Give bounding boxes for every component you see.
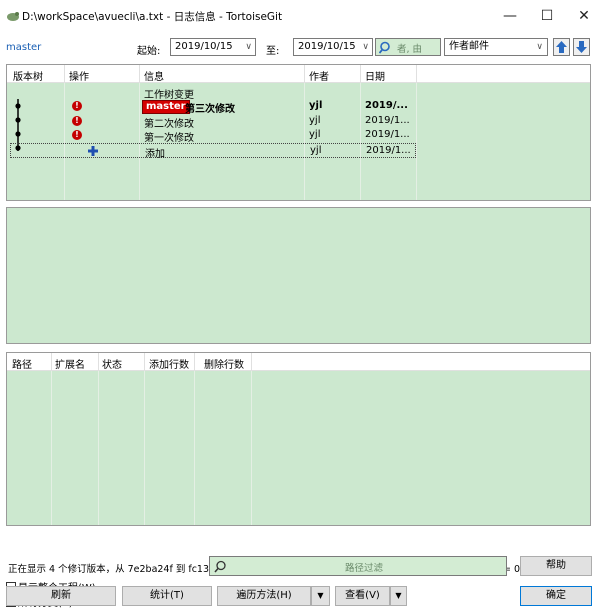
files-header: 路径 扩展名 状态 添加行数 删除行数 <box>7 353 590 371</box>
log-row[interactable]: ! master 第三次修改 yjl 2019/... <box>7 99 590 115</box>
current-branch-link[interactable]: master <box>6 42 41 53</box>
row-author: yjl <box>309 100 323 111</box>
log-row-selected[interactable]: 添加 yjl 2019/1... <box>10 143 416 160</box>
log-row-working-tree[interactable]: 工作树变更 <box>7 85 590 101</box>
row-message: 第一次修改 <box>144 133 194 144</box>
walk-behavior-button[interactable]: 遍历方法(H) <box>217 586 311 606</box>
view-dropdown[interactable]: ▼ <box>390 586 407 606</box>
col-status[interactable]: 状态 <box>102 356 122 371</box>
chevron-down-icon: ∨ <box>245 42 252 52</box>
help-button[interactable]: 帮助 <box>520 556 592 576</box>
from-label: 起始: <box>137 46 161 57</box>
conflict-icon: ! <box>72 101 82 111</box>
row-author: yjl <box>309 115 321 126</box>
row-date: 2019/1... <box>365 129 410 140</box>
row-date: 2019/... <box>365 100 408 111</box>
log-row[interactable]: ! 第一次修改 yjl 2019/1... <box>7 128 590 144</box>
col-message[interactable]: 信息 <box>144 68 164 83</box>
row-date: 2019/1... <box>366 145 411 156</box>
chevron-down-icon: ∨ <box>536 42 543 52</box>
log-row[interactable]: ! 第二次修改 yjl 2019/1... <box>7 114 590 130</box>
path-filter-placeholder: 路径过滤 <box>345 563 384 574</box>
col-graph[interactable]: 版本树 <box>13 68 43 83</box>
filter-field-value: 作者邮件 <box>449 41 489 52</box>
column-divider <box>98 353 99 525</box>
column-divider <box>144 353 145 525</box>
path-filter-input[interactable]: 路径过滤 <box>209 556 507 576</box>
walk-behavior-dropdown[interactable]: ▼ <box>311 586 330 606</box>
title-bar: D:\workSpace\avuecli\a.txt - 日志信息 - Tort… <box>0 0 610 32</box>
statistics-button[interactable]: 统计(T) <box>122 586 212 606</box>
changed-files-list[interactable]: 路径 扩展名 状态 添加行数 删除行数 <box>6 352 591 526</box>
to-label: 至: <box>266 46 280 57</box>
row-author: yjl <box>310 145 322 156</box>
up-arrow-icon <box>556 41 567 53</box>
to-date-value: 2019/10/15 <box>298 41 356 52</box>
row-message: 第三次修改 <box>185 104 235 115</box>
chevron-down-icon: ▼ <box>395 591 402 600</box>
from-date-picker[interactable]: 2019/10/15 ∨ <box>170 38 256 56</box>
down-arrow-icon <box>576 41 587 53</box>
search-input[interactable]: 者, 由 <box>375 38 441 56</box>
row-author: yjl <box>309 129 321 140</box>
ok-button[interactable]: 确定 <box>520 586 592 606</box>
view-button[interactable]: 查看(V) <box>335 586 390 606</box>
col-actions[interactable]: 操作 <box>69 68 89 83</box>
commit-message-pane[interactable] <box>6 207 591 344</box>
col-path[interactable]: 路径 <box>12 356 32 371</box>
window-title: D:\workSpace\avuecli\a.txt - 日志信息 - Tort… <box>22 11 283 23</box>
col-date[interactable]: 日期 <box>365 68 385 83</box>
col-lines-removed[interactable]: 删除行数 <box>204 356 244 371</box>
to-date-picker[interactable]: 2019/10/15 ∨ <box>293 38 373 56</box>
close-button[interactable]: ✕ <box>566 4 602 28</box>
search-placeholder: 者, 由 <box>397 44 423 55</box>
column-divider <box>194 353 195 525</box>
row-date: 2019/1... <box>365 115 410 126</box>
refresh-button[interactable]: 刷新 <box>6 586 116 606</box>
chevron-down-icon: ∨ <box>362 42 369 52</box>
filter-field-select[interactable]: 作者邮件 ∨ <box>444 38 548 56</box>
search-icon <box>379 41 390 54</box>
col-lines-added[interactable]: 添加行数 <box>149 356 189 371</box>
column-divider <box>251 353 252 525</box>
col-author[interactable]: 作者 <box>309 68 329 83</box>
conflict-icon: ! <box>72 130 82 140</box>
from-date-value: 2019/10/15 <box>175 41 233 52</box>
scroll-up-button[interactable] <box>553 38 570 56</box>
scroll-down-button[interactable] <box>573 38 590 56</box>
chevron-down-icon: ▼ <box>317 591 324 600</box>
branch-badge: master <box>142 100 190 114</box>
maximize-button[interactable]: ☐ <box>529 4 565 28</box>
add-icon <box>88 146 98 156</box>
log-list[interactable]: 版本树 操作 信息 作者 日期 工作树变更 ! master 第三次修改 yjl… <box>6 64 591 201</box>
conflict-icon: ! <box>72 116 82 126</box>
search-icon <box>214 560 226 573</box>
log-header: 版本树 操作 信息 作者 日期 <box>7 65 590 83</box>
col-extension[interactable]: 扩展名 <box>55 356 85 371</box>
tortoisegit-icon <box>7 12 19 21</box>
minimize-button[interactable]: — <box>492 4 528 28</box>
column-divider <box>51 353 52 525</box>
row-message: 添加 <box>145 149 165 160</box>
